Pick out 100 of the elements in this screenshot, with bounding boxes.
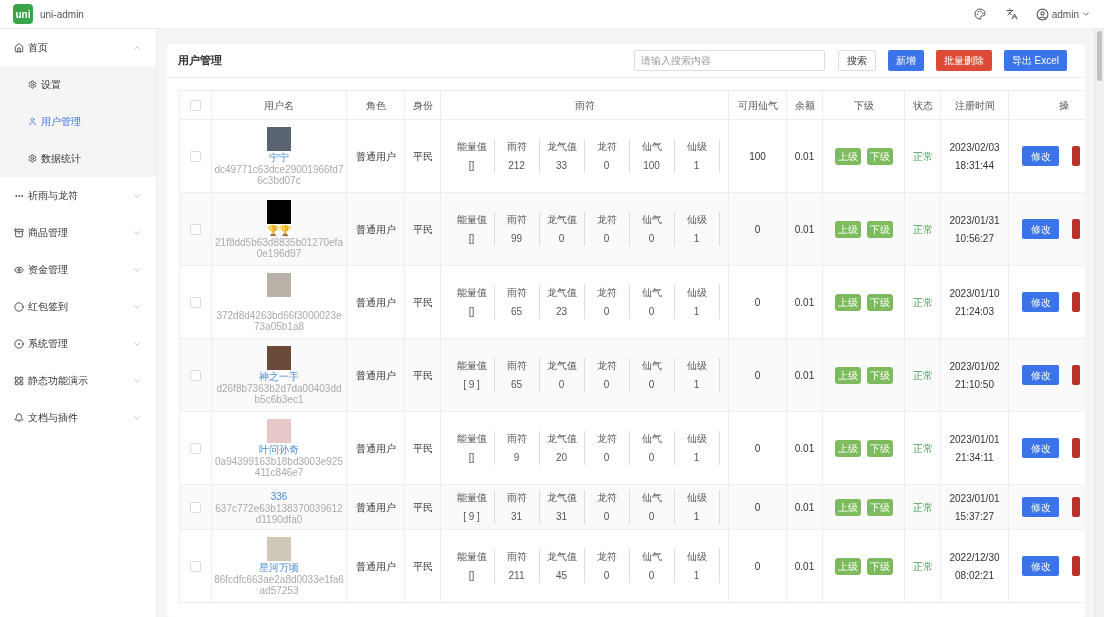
delete-button[interactable]: [1072, 556, 1080, 576]
sidebar-item[interactable]: 祈雨与龙符: [0, 177, 156, 214]
sidebar-item[interactable]: 资金管理: [0, 251, 156, 288]
link-tag[interactable]: 下级: [866, 366, 893, 384]
search-field[interactable]: 请输入搜索内容: [633, 50, 825, 71]
language-icon[interactable]: [1005, 8, 1018, 20]
time-text: 18:31:44: [955, 158, 994, 173]
link-tag[interactable]: 上级: [834, 147, 861, 165]
user-menu[interactable]: admin: [1051, 6, 1091, 22]
edit-button[interactable]: 修改: [1022, 497, 1059, 517]
link-tag[interactable]: 上级: [834, 293, 861, 311]
grid-icon: [14, 375, 24, 386]
time-text: 21:10:50: [955, 377, 994, 392]
link-tag[interactable]: 下级: [866, 220, 893, 238]
checkbox[interactable]: [190, 223, 201, 235]
link-tag[interactable]: 上级: [834, 557, 861, 575]
stat-value: 0: [603, 510, 610, 524]
page-title: 用户管理: [178, 53, 222, 69]
sidebar-item[interactable]: 首页: [0, 29, 156, 66]
stat-value: 0: [603, 159, 610, 173]
stat-value: 0: [558, 232, 565, 246]
stat-label: 龙符: [596, 359, 617, 373]
submenu-item[interactable]: 用户管理: [0, 103, 156, 140]
checkbox[interactable]: [190, 442, 201, 454]
sidebar-item[interactable]: 商品管理: [0, 214, 156, 251]
edit-button[interactable]: 修改: [1022, 219, 1059, 239]
stat-label: 仙级: [686, 432, 707, 446]
link-tag[interactable]: 上级: [834, 220, 861, 238]
user-id: d26f8b7363b2d7da00403ddb5c6b3ec1: [215, 382, 343, 405]
palette-icon[interactable]: [973, 8, 986, 20]
sidebar-item[interactable]: 文档与插件: [0, 399, 156, 436]
sidebar-label: 祈雨与龙符: [28, 189, 78, 203]
link-tag[interactable]: 上级: [834, 498, 861, 516]
toolbar-button[interactable]: 新增: [887, 50, 924, 71]
delete-button[interactable]: [1072, 365, 1080, 385]
delete-button[interactable]: [1072, 438, 1080, 458]
stat-value: 0: [648, 451, 655, 465]
link-tag[interactable]: 下级: [866, 498, 893, 516]
checkbox[interactable]: [190, 560, 201, 572]
toolbar-button[interactable]: 搜索: [837, 50, 876, 71]
scrollbar-thumb[interactable]: [1097, 31, 1102, 81]
user-name-link[interactable]: 叶问孙奇: [259, 442, 299, 456]
table-cell-text: 0: [754, 500, 761, 515]
link-tag[interactable]: 下级: [866, 557, 893, 575]
link-tag[interactable]: 上级: [834, 366, 861, 384]
link-tag[interactable]: 下级: [866, 439, 893, 457]
edit-button[interactable]: 修改: [1022, 365, 1059, 385]
stat-label: 仙气: [641, 286, 662, 300]
submenu-item[interactable]: 设置: [0, 66, 156, 103]
table-cell-text: 平民: [412, 559, 433, 574]
checkbox[interactable]: [190, 150, 201, 162]
link-tag[interactable]: 下级: [866, 293, 893, 311]
sidebar-label: 文档与插件: [28, 411, 78, 425]
checkbox[interactable]: [190, 501, 201, 513]
status-text: 正常: [912, 295, 933, 310]
table-cell-text: 100: [749, 149, 766, 164]
link-tag[interactable]: 下级: [866, 147, 893, 165]
status-text: 正常: [912, 559, 933, 574]
checkbox[interactable]: [190, 99, 201, 111]
sidebar-item[interactable]: 红包签到: [0, 288, 156, 325]
edit-button[interactable]: 修改: [1022, 146, 1059, 166]
edit-button[interactable]: 修改: [1022, 292, 1059, 312]
column-header: 状态: [912, 98, 933, 113]
sidebar-item[interactable]: 系统管理: [0, 325, 156, 362]
stat-label: 雨符: [506, 550, 527, 564]
stat-label: 雨符: [506, 140, 527, 154]
sidebar-item[interactable]: 静态功能演示: [0, 362, 156, 399]
user-id: dc49771c63dce29001966fd76c3bd07c: [214, 163, 344, 186]
user-name-link[interactable]: 宁宁: [269, 150, 289, 164]
stat-value: 23: [555, 305, 568, 319]
stat-label: 能量值: [456, 213, 487, 227]
user-name-link[interactable]: 神之一手: [259, 369, 299, 383]
toolbar-button[interactable]: 导出 Excel: [1003, 50, 1067, 71]
toolbar-button[interactable]: 批量删除: [935, 50, 992, 71]
stat-value: []: [468, 305, 475, 319]
edit-button[interactable]: 修改: [1022, 438, 1059, 458]
submenu-item[interactable]: 数据统计: [0, 140, 156, 177]
stat-value: []: [468, 569, 475, 583]
edit-button[interactable]: 修改: [1022, 556, 1059, 576]
app-name: uni-admin: [40, 7, 84, 22]
delete-button[interactable]: [1072, 146, 1080, 166]
user-name-link[interactable]: 336: [270, 489, 288, 503]
checkbox[interactable]: [190, 296, 201, 308]
stat-label: 雨符: [506, 432, 527, 446]
delete-button[interactable]: [1072, 497, 1080, 517]
stat-value: 0: [648, 510, 655, 524]
scrollbar[interactable]: [1094, 29, 1104, 617]
stat-value: 65: [510, 305, 523, 319]
user-id: 86fcdfc663ae2a8d0033e1fa6ad57253: [214, 573, 344, 596]
stat-label: 龙符: [596, 140, 617, 154]
table-cell-text: 普通用户: [355, 149, 396, 164]
checkbox[interactable]: [190, 369, 201, 381]
delete-button[interactable]: [1072, 292, 1080, 312]
table-cell-text: 0: [754, 222, 761, 237]
delete-button[interactable]: [1072, 219, 1080, 239]
link-tag[interactable]: 上级: [834, 439, 861, 457]
sidebar-label: 静态功能演示: [28, 374, 88, 388]
user-name-link[interactable]: 星河万顷: [259, 560, 299, 574]
time-text: 21:24:03: [955, 304, 994, 319]
table-cell-text: 普通用户: [355, 559, 396, 574]
